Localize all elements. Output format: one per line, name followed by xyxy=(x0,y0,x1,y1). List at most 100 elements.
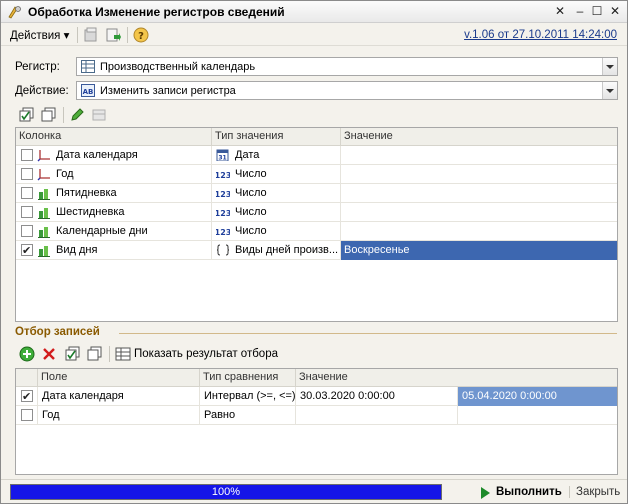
table-row[interactable]: Год 123 Число xyxy=(16,165,617,184)
column-name-cell[interactable]: Шестидневка xyxy=(16,203,212,222)
value-cell[interactable] xyxy=(341,222,617,241)
value-type: Число xyxy=(235,187,267,199)
table-row[interactable]: Дата календаря 31 Дата xyxy=(16,146,617,165)
column-header-type[interactable]: Тип значения xyxy=(212,128,341,146)
column-name-cell[interactable]: Год xyxy=(16,165,212,184)
value-type-cell[interactable]: 31 Дата xyxy=(212,146,341,165)
column-name-cell[interactable]: Дата календаря xyxy=(16,146,212,165)
table-row[interactable]: Пятидневка 123 Число xyxy=(16,184,617,203)
uncheck-all-icon[interactable] xyxy=(41,107,57,123)
filter-field[interactable]: Год xyxy=(38,406,200,425)
table-icon xyxy=(115,347,131,361)
resource-icon xyxy=(38,246,50,257)
filter-toolbar: Показать результат отбора xyxy=(15,344,315,364)
filter-row[interactable]: Дата календаряИнтервал (>=, <=)30.03.202… xyxy=(16,387,617,406)
value-cell[interactable] xyxy=(341,165,617,184)
column-name-cell[interactable]: Вид дня xyxy=(16,241,212,260)
value-type-cell[interactable]: 123 Число xyxy=(212,165,341,184)
value-cell[interactable] xyxy=(341,203,617,222)
filter-check-cell[interactable] xyxy=(16,406,38,425)
action-value: Изменить записи регистра xyxy=(100,85,236,97)
column-name: Пятидневка xyxy=(56,187,117,199)
toolbar-separator xyxy=(109,346,110,362)
column-header-value[interactable]: Значение xyxy=(341,128,617,146)
window-title: Обработка Изменение регистров сведений xyxy=(28,5,285,19)
table-row[interactable]: Вид дня Виды дней произв...Воскресенье xyxy=(16,241,617,260)
column-header-name[interactable]: Колонка xyxy=(16,128,212,146)
register-select[interactable]: Производственный календарь xyxy=(76,57,618,76)
filter-header-field[interactable]: Поле xyxy=(38,369,200,387)
column-name: Шестидневка xyxy=(56,206,125,218)
progress-text: 100% xyxy=(211,486,241,498)
minimize-icon[interactable]: – xyxy=(572,4,588,19)
filter-value-to[interactable] xyxy=(458,406,617,425)
row-checkbox[interactable] xyxy=(21,149,33,161)
filter-checkbox[interactable] xyxy=(21,388,33,406)
help-icon[interactable]: ? xyxy=(133,27,149,43)
filter-check-cell[interactable] xyxy=(16,387,38,406)
check-all-icon[interactable] xyxy=(19,107,35,123)
filter-table-header: Поле Тип сравнения Значение xyxy=(16,369,617,387)
column-name-cell[interactable]: Пятидневка xyxy=(16,184,212,203)
row-checkbox[interactable] xyxy=(21,187,33,199)
value-type-cell[interactable]: 123 Число xyxy=(212,203,341,222)
uncheck-all-icon[interactable] xyxy=(87,346,103,362)
version-link[interactable]: v.1.06 от 27.10.2011 14:24:00 xyxy=(464,29,617,41)
run-button[interactable]: Выполнить xyxy=(496,486,562,498)
table-disabled-icon[interactable] xyxy=(91,107,107,123)
register-value: Производственный календарь xyxy=(100,61,256,73)
column-name: Дата календаря xyxy=(56,149,138,161)
run-icon[interactable] xyxy=(481,487,490,499)
columns-table[interactable]: Колонка Тип значения Значение Дата кален… xyxy=(15,127,618,322)
filter-row[interactable]: Год Равно xyxy=(16,406,617,425)
show-filter-result-button[interactable]: Показать результат отбора xyxy=(134,348,278,360)
filter-header-comparison[interactable]: Тип сравнения xyxy=(200,369,296,387)
svg-text:123: 123 xyxy=(216,190,230,199)
value-type-cell[interactable]: Виды дней произв... xyxy=(212,241,341,260)
row-checkbox[interactable] xyxy=(21,225,33,237)
filter-header-value[interactable]: Значение xyxy=(296,369,617,387)
filter-checkbox[interactable] xyxy=(21,409,33,421)
delete-icon[interactable] xyxy=(41,346,57,362)
check-all-icon[interactable] xyxy=(65,346,81,362)
close-icon[interactable]: ✕ xyxy=(607,4,623,19)
actions-menu[interactable]: Действия ▾ xyxy=(10,28,69,42)
menu-icon[interactable]: ✕ xyxy=(552,4,568,19)
svg-text:31: 31 xyxy=(218,155,226,162)
filter-section-title: Отбор записей xyxy=(15,326,100,338)
filter-comparison[interactable]: Равно xyxy=(200,406,296,425)
action-dropdown-icon[interactable] xyxy=(602,82,617,99)
column-name-cell[interactable]: Календарные дни xyxy=(16,222,212,241)
close-button[interactable]: Закрыть xyxy=(576,486,620,498)
value-type: Дата xyxy=(235,149,260,161)
row-checkbox[interactable] xyxy=(21,242,33,260)
filter-comparison[interactable]: Интервал (>=, <=) xyxy=(200,387,296,406)
column-name: Год xyxy=(56,168,74,180)
svg-text:123: 123 xyxy=(216,209,230,218)
table-row[interactable]: Шестидневка 123 Число xyxy=(16,203,617,222)
status-bar: 100% Выполнить Закрыть xyxy=(1,479,627,503)
filter-value-from[interactable] xyxy=(296,406,458,425)
number-type-icon: 123 xyxy=(216,209,230,218)
save-settings-icon[interactable] xyxy=(105,27,121,43)
edit-pencil-icon[interactable] xyxy=(69,107,85,123)
value-cell[interactable] xyxy=(341,184,617,203)
value-type-cell[interactable]: 123 Число xyxy=(212,184,341,203)
section-divider xyxy=(119,333,617,334)
value-cell[interactable] xyxy=(341,146,617,165)
filter-value-from[interactable]: 30.03.2020 0:00:00 xyxy=(296,387,458,406)
add-icon[interactable] xyxy=(19,346,35,362)
value-type-cell[interactable]: 123 Число xyxy=(212,222,341,241)
row-checkbox[interactable] xyxy=(21,168,33,180)
table-row[interactable]: Календарные дни 123 Число xyxy=(16,222,617,241)
filter-field[interactable]: Дата календаря xyxy=(38,387,200,406)
row-checkbox[interactable] xyxy=(21,206,33,218)
action-label: Действие: xyxy=(15,85,69,97)
load-settings-icon[interactable] xyxy=(83,27,99,43)
action-select[interactable]: AB Изменить записи регистра xyxy=(76,81,618,100)
maximize-icon[interactable]: ☐ xyxy=(589,4,605,19)
filter-value-to[interactable]: 05.04.2020 0:00:00 xyxy=(458,387,617,406)
filter-table[interactable]: Поле Тип сравнения Значение Дата календа… xyxy=(15,368,618,475)
value-cell[interactable]: Воскресенье xyxy=(341,241,617,260)
register-dropdown-icon[interactable] xyxy=(602,58,617,75)
